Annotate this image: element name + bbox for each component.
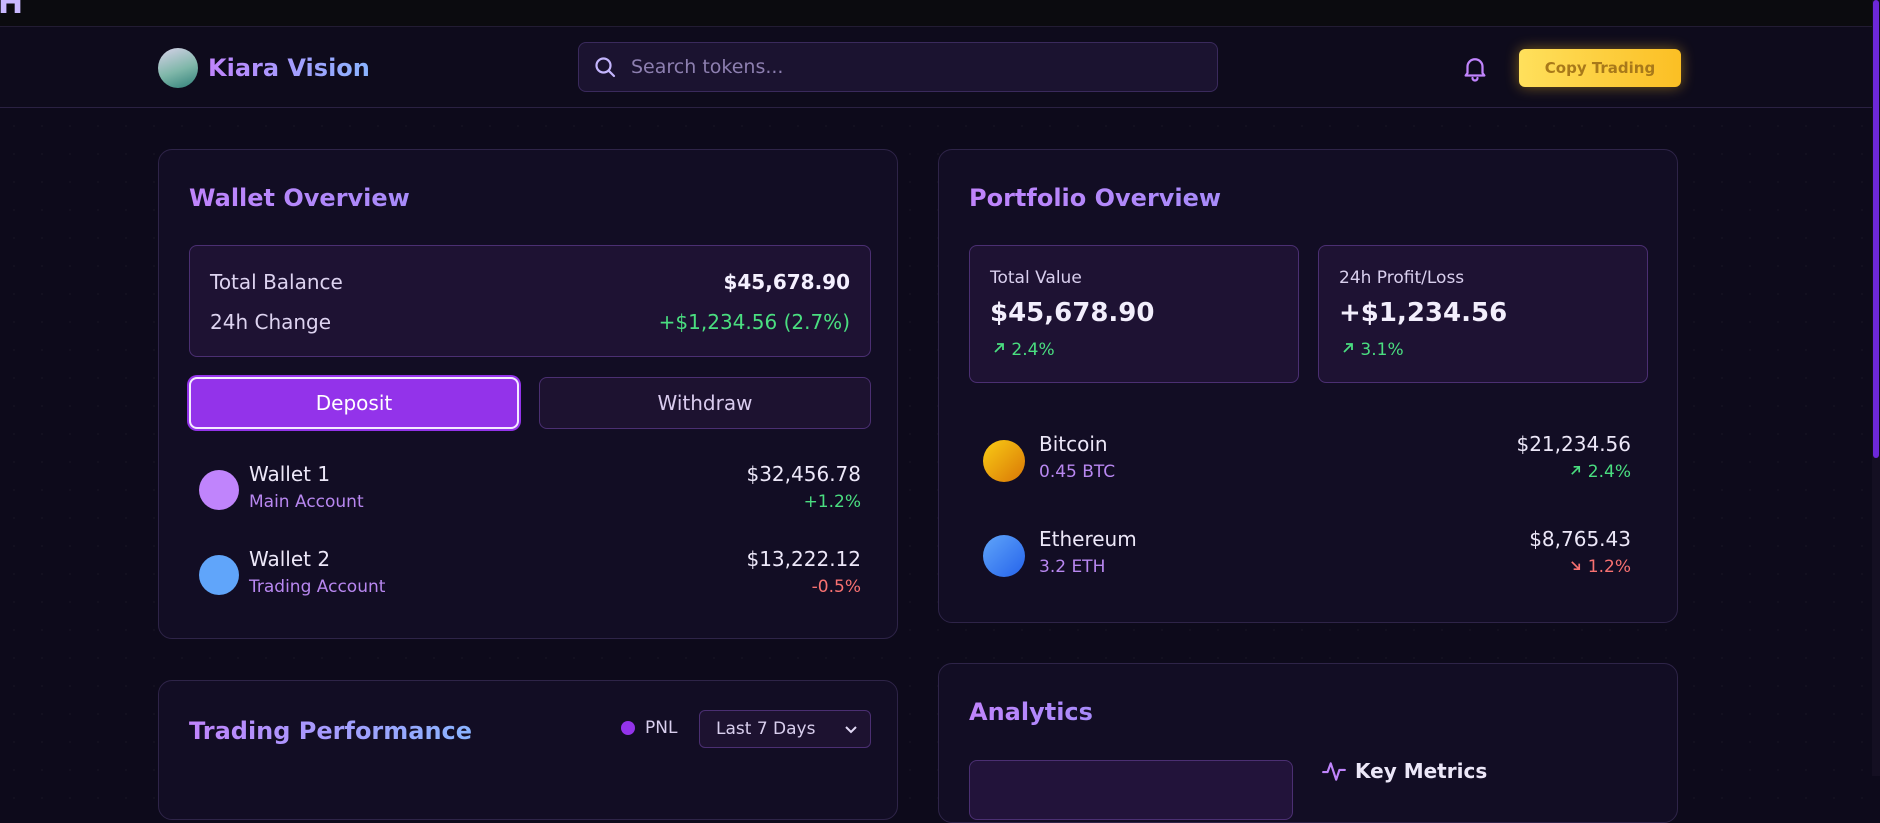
top-navbar: Kiara Vision Copy Trading — [0, 27, 1872, 108]
token-value: $21,234.56 — [1516, 432, 1631, 456]
search-bar[interactable] — [578, 42, 1218, 92]
brand-name: Kiara Vision — [208, 54, 370, 82]
deposit-button[interactable]: Deposit — [189, 377, 519, 429]
total-value-change-pct: 2.4% — [1011, 340, 1055, 360]
top-fragment-text: H — [0, 0, 26, 21]
trading-performance-card: Trading Performance PNL Last 7 Days — [158, 680, 898, 820]
token-name: Ethereum — [1039, 527, 1137, 551]
wallet-amount: $13,222.12 — [746, 547, 861, 571]
wallet-type: Trading Account — [249, 577, 386, 597]
wallet-amount: $32,456.78 — [746, 462, 861, 486]
wallet-overview-card: Wallet Overview Total Balance $45,678.90… — [158, 149, 898, 639]
legend-label: PNL — [645, 718, 678, 738]
arrow-up-right-icon — [994, 343, 1004, 353]
scrollbar-thumb[interactable] — [1873, 0, 1879, 458]
wallet-list-item[interactable]: Wallet 1 Main Account $32,456.78 +1.2% — [199, 460, 861, 520]
wallet-change: -0.5% — [811, 577, 861, 597]
withdraw-button[interactable]: Withdraw — [539, 377, 871, 429]
pnl-change: 3.1% — [1341, 340, 1404, 360]
wallet-name: Wallet 1 — [249, 462, 331, 486]
time-range-value: Last 7 Days — [716, 719, 816, 739]
wallet-change: +1.2% — [803, 492, 861, 512]
key-metrics-label: Key Metrics — [1355, 759, 1488, 783]
wallet-type: Main Account — [249, 492, 364, 512]
trading-performance-title: Trading Performance — [189, 717, 473, 745]
change-24h-label: 24h Change — [210, 310, 332, 334]
token-amount: 3.2 ETH — [1039, 557, 1106, 577]
pnl-change-pct: 3.1% — [1360, 340, 1404, 360]
token-amount: 0.45 BTC — [1039, 462, 1116, 482]
chart-legend: PNL — [621, 718, 677, 738]
wallet-avatar — [199, 555, 239, 595]
total-value-tile: Total Value $45,678.90 2.4% — [969, 245, 1299, 383]
brand[interactable]: Kiara Vision — [158, 48, 370, 88]
wallet-overview-title: Wallet Overview — [189, 184, 410, 212]
token-change: 2.4% — [1569, 462, 1631, 482]
arrow-up-right-icon — [1343, 343, 1353, 353]
pnl-tile: 24h Profit/Loss +$1,234.56 3.1% — [1318, 245, 1648, 383]
total-value-change: 2.4% — [992, 340, 1055, 360]
token-row[interactable]: Bitcoin 0.45 BTC $21,234.56 2.4% — [983, 432, 1631, 492]
analytics-title: Analytics — [969, 698, 1093, 726]
total-value-amount: $45,678.90 — [990, 298, 1155, 328]
pnl-value: +$1,234.56 — [1339, 298, 1508, 328]
activity-icon — [1322, 762, 1346, 781]
token-row[interactable]: Ethereum 3.2 ETH $8,765.43 1.2% — [983, 527, 1631, 587]
pnl-label: 24h Profit/Loss — [1339, 268, 1465, 288]
analytics-card: Analytics Key Metrics — [938, 663, 1678, 823]
token-change-pct: 1.2% — [1587, 557, 1631, 577]
token-change: 1.2% — [1569, 557, 1631, 577]
legend-swatch — [621, 721, 635, 735]
token-change-pct: 2.4% — [1587, 462, 1631, 482]
total-balance-value: $45,678.90 — [723, 270, 850, 294]
notifications-bell-icon[interactable] — [1460, 53, 1490, 83]
wallet-name: Wallet 2 — [249, 547, 331, 571]
total-balance-label: Total Balance — [210, 270, 343, 294]
bitcoin-icon — [983, 440, 1025, 482]
search-input[interactable] — [629, 55, 1193, 79]
copy-trading-button[interactable]: Copy Trading — [1519, 49, 1681, 87]
wallet-avatar — [199, 470, 239, 510]
arrow-down-right-icon — [1571, 561, 1581, 571]
key-metrics-heading: Key Metrics — [1321, 758, 1487, 784]
balance-summary: Total Balance $45,678.90 24h Change +$1,… — [189, 245, 871, 357]
ethereum-icon — [983, 535, 1025, 577]
brand-logo — [158, 48, 198, 88]
browser-top-strip: H — [0, 0, 1880, 27]
portfolio-overview-card: Portfolio Overview Total Value $45,678.9… — [938, 149, 1678, 623]
analytics-tile — [969, 760, 1293, 820]
token-name: Bitcoin — [1039, 432, 1108, 456]
page-scrollbar[interactable] — [1872, 0, 1880, 776]
token-value: $8,765.43 — [1529, 527, 1631, 551]
total-value-label: Total Value — [990, 268, 1082, 288]
time-range-select[interactable]: Last 7 Days — [699, 710, 871, 748]
portfolio-overview-title: Portfolio Overview — [969, 184, 1222, 212]
wallet-list-item[interactable]: Wallet 2 Trading Account $13,222.12 -0.5… — [199, 545, 861, 605]
change-24h-value: +$1,234.56 (2.7%) — [658, 310, 850, 334]
arrow-up-right-icon — [1571, 465, 1581, 475]
search-icon — [595, 57, 616, 78]
chevron-down-icon — [845, 726, 857, 734]
